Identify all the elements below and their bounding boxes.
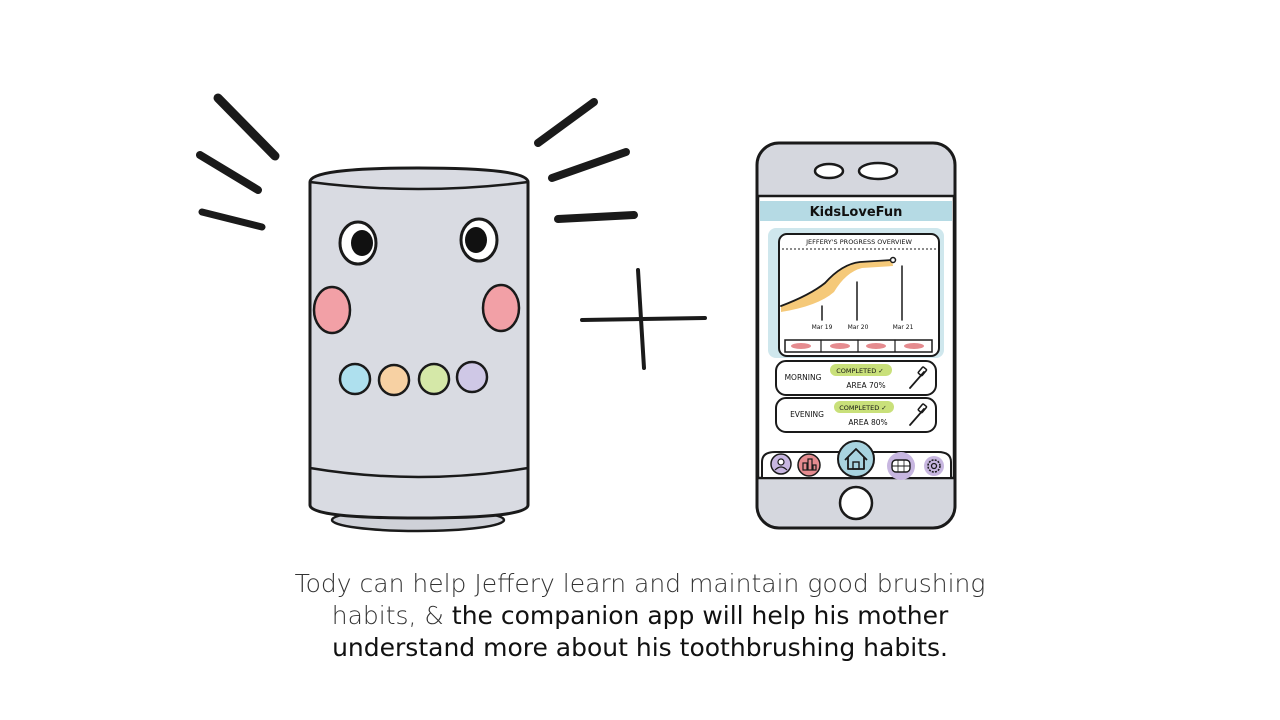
caption: Tody can help Jeffery learn and maintain… [290, 568, 990, 664]
phone-home-button[interactable] [838, 485, 874, 521]
session-name: EVENING [790, 410, 824, 419]
chart-date-3: Mar 21 [893, 324, 914, 331]
chart-date-2: Mar 20 [848, 324, 869, 331]
left-eye [338, 220, 378, 266]
chart-card [778, 233, 940, 357]
illustration: KidsLoveFun JEFFERY'S PROGRESS OVERVIEW … [196, 93, 957, 533]
plus-sign [580, 268, 707, 370]
profile-icon[interactable] [770, 453, 792, 475]
stats-icon[interactable] [797, 453, 821, 477]
sound-lines-right [534, 98, 638, 223]
speaker-slot [857, 161, 899, 181]
tody-speaker [196, 93, 638, 533]
home-icon[interactable] [837, 440, 875, 478]
app-name: KidsLoveFun [810, 205, 903, 220]
session-name: MORNING [785, 373, 822, 382]
chart-date-1: Mar 19 [812, 324, 833, 331]
right-eye [459, 217, 499, 263]
session-area: AREA 80% [848, 418, 887, 427]
session-status: COMPLETED ✓ [839, 404, 887, 412]
session-card-evening[interactable]: EVENING COMPLETED ✓ AREA 80% [775, 397, 937, 433]
session-area: AREA 70% [846, 381, 885, 390]
teeth-icon[interactable] [887, 452, 915, 480]
session-status: COMPLETED ✓ [836, 367, 884, 375]
speaker-body [308, 166, 530, 520]
chart-title: JEFFERY'S PROGRESS OVERVIEW [805, 238, 912, 246]
companion-phone: KidsLoveFun JEFFERY'S PROGRESS OVERVIEW … [755, 141, 957, 530]
left-cheek [312, 285, 352, 335]
settings-icon[interactable] [924, 456, 944, 476]
session-card-morning[interactable]: MORNING COMPLETED ✓ AREA 70% [775, 360, 937, 396]
sound-lines-left [196, 93, 280, 231]
right-cheek [481, 283, 521, 333]
camera-slot [813, 162, 845, 180]
